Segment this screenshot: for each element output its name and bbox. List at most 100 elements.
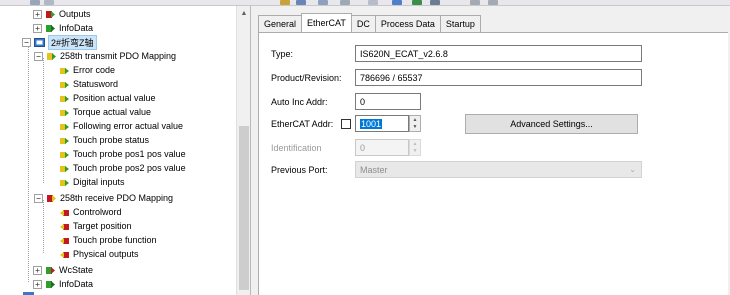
- input-pdo-icon: [47, 52, 56, 60]
- tab-strip: General EtherCAT DC Process Data Startup: [258, 13, 481, 32]
- solution-tree[interactable]: + Outputs + InfoData − 2#折弯Z轴 − 258th tr…: [0, 6, 251, 295]
- infodata-var-icon: [46, 24, 55, 32]
- ethercat-addr-checkbox[interactable]: [341, 119, 351, 129]
- tree-guide-line: [43, 58, 44, 183]
- toolbar-button-icon[interactable]: [412, 0, 422, 5]
- tree-item-target-position[interactable]: Target position: [59, 219, 132, 233]
- output-var-icon: [60, 237, 69, 244]
- tree-item-label: Target position: [73, 221, 132, 231]
- toolbar-button-icon[interactable]: [470, 0, 480, 5]
- input-var-icon: [60, 95, 69, 102]
- tree-item-axis-box[interactable]: − 2#折弯Z轴: [22, 34, 97, 50]
- expand-icon[interactable]: +: [33, 265, 42, 275]
- tree-item-label: Following error actual value: [73, 121, 184, 131]
- tree-item-label: Physical outputs: [73, 249, 139, 259]
- tree-item-label: Touch probe pos2 pos value: [73, 163, 186, 173]
- tree-item-label: Digital inputs: [73, 177, 125, 187]
- spin-down-icon[interactable]: ▼: [410, 123, 420, 130]
- input-var-icon: [60, 109, 69, 116]
- identification-label: Identification: [271, 143, 322, 153]
- tree-item-label: InfoData: [59, 279, 94, 289]
- tree-item-statusword[interactable]: Statusword: [59, 77, 118, 91]
- scrollbar-thumb[interactable]: [239, 126, 249, 290]
- ethercat-addr-spinner[interactable]: ▲ ▼: [409, 115, 421, 132]
- tab-process-data[interactable]: Process Data: [374, 15, 441, 32]
- expand-icon[interactable]: +: [33, 279, 42, 289]
- input-var-icon: [60, 137, 69, 144]
- output-var-icon: [60, 251, 69, 258]
- toolbar-button-icon[interactable]: [368, 0, 378, 5]
- toolbar-button-icon[interactable]: [430, 0, 440, 5]
- tree-item-wcstate[interactable]: + WcState: [33, 263, 93, 277]
- collapse-icon[interactable]: −: [34, 193, 43, 203]
- toolbar-button-icon[interactable]: [488, 0, 498, 5]
- toolbar-button-icon[interactable]: [280, 0, 290, 5]
- tree-item-receive-pdo[interactable]: − 258th receive PDO Mapping: [34, 191, 173, 205]
- tree-item-following-error[interactable]: Following error actual value: [59, 119, 183, 133]
- tab-startup[interactable]: Startup: [439, 15, 481, 32]
- toolbar-button-icon[interactable]: [44, 0, 54, 5]
- infodata-var-icon: [46, 280, 55, 288]
- spin-down-icon: ▼: [412, 147, 418, 154]
- tree-item-transmit-pdo[interactable]: − 258th transmit PDO Mapping: [34, 49, 176, 63]
- tree-item-label: Outputs: [59, 9, 91, 19]
- tree-item-label: Statusword: [73, 79, 119, 89]
- expand-icon[interactable]: +: [33, 9, 42, 19]
- ethercat-addr-value: 1001: [360, 118, 383, 129]
- identification-spinner: ▲ ▼: [409, 139, 421, 156]
- collapse-icon[interactable]: −: [34, 51, 43, 61]
- tree-item-label: InfoData: [59, 23, 94, 33]
- tree-item-touch-probe-status[interactable]: Touch probe status: [59, 133, 149, 147]
- tree-item-torque-actual[interactable]: Torque actual value: [59, 105, 151, 119]
- tab-ethercat[interactable]: EtherCAT: [301, 13, 352, 32]
- tab-general[interactable]: General: [258, 15, 303, 32]
- collapse-icon[interactable]: −: [22, 37, 31, 47]
- advanced-settings-button[interactable]: Advanced Settings...: [465, 114, 638, 134]
- toolbar-button-icon[interactable]: [318, 0, 328, 5]
- type-label: Type:: [271, 49, 294, 59]
- tab-dc[interactable]: DC: [350, 15, 376, 32]
- tree-item-touch-probe-pos1[interactable]: Touch probe pos1 pos value: [59, 147, 186, 161]
- input-var-icon: [60, 151, 69, 158]
- tree-item-label: Error code: [73, 65, 116, 75]
- input-var-icon: [60, 67, 69, 74]
- tree-item-controlword[interactable]: Controlword: [59, 205, 122, 219]
- tree-item-position-actual[interactable]: Position actual value: [59, 91, 156, 105]
- toolbar-button-icon[interactable]: [30, 0, 40, 5]
- tree-guide-line: [43, 200, 44, 253]
- tree-item-touch-probe-pos2[interactable]: Touch probe pos2 pos value: [59, 161, 186, 175]
- spin-up-icon[interactable]: ▲: [410, 116, 420, 123]
- previous-port-label: Previous Port:: [271, 165, 328, 175]
- tree-guide-line: [28, 44, 29, 282]
- tree-item-label: Touch probe function: [73, 235, 157, 245]
- tree-item-label: Touch probe status: [73, 135, 150, 145]
- auto-inc-addr-field[interactable]: 0: [355, 93, 421, 110]
- ethercat-box-icon: [34, 37, 45, 47]
- tree-item-outputs[interactable]: + Outputs: [33, 7, 91, 21]
- tree-item-infodata-2[interactable]: + InfoData: [33, 277, 93, 291]
- tree-item-label: WcState: [59, 265, 94, 275]
- product-revision-field[interactable]: 786696 / 65537: [355, 69, 642, 86]
- tree-item-label: 258th receive PDO Mapping: [60, 193, 174, 203]
- tree-item-error-code[interactable]: Error code: [59, 63, 115, 77]
- input-var-icon: [60, 179, 69, 186]
- scroll-up-arrow-icon[interactable]: ▲: [237, 6, 250, 20]
- tree-item-digital-inputs[interactable]: Digital inputs: [59, 175, 125, 189]
- auto-inc-addr-label: Auto Inc Addr:: [271, 97, 328, 107]
- input-var-icon: [60, 123, 69, 130]
- ethercat-addr-field[interactable]: 1001: [355, 115, 409, 132]
- toolbar-button-icon[interactable]: [392, 0, 402, 5]
- tree-item-physical-outputs[interactable]: Physical outputs: [59, 247, 139, 261]
- toolbar-button-icon[interactable]: [296, 0, 306, 5]
- tree-item-infodata[interactable]: + InfoData: [33, 21, 93, 35]
- tree-scrollbar[interactable]: ▲: [236, 6, 250, 295]
- tree-item-label: Controlword: [73, 207, 122, 217]
- ethercat-addr-label: EtherCAT Addr:: [271, 119, 334, 129]
- type-field[interactable]: IS620N_ECAT_v2.6.8: [355, 45, 642, 62]
- expand-icon[interactable]: +: [33, 23, 42, 33]
- toolbar-button-icon[interactable]: [340, 0, 350, 5]
- outputs-var-icon: [46, 10, 55, 18]
- tree-item-label: Position actual value: [73, 93, 156, 103]
- spin-up-icon: ▲: [412, 140, 418, 147]
- tree-item-touch-probe-function[interactable]: Touch probe function: [59, 233, 157, 247]
